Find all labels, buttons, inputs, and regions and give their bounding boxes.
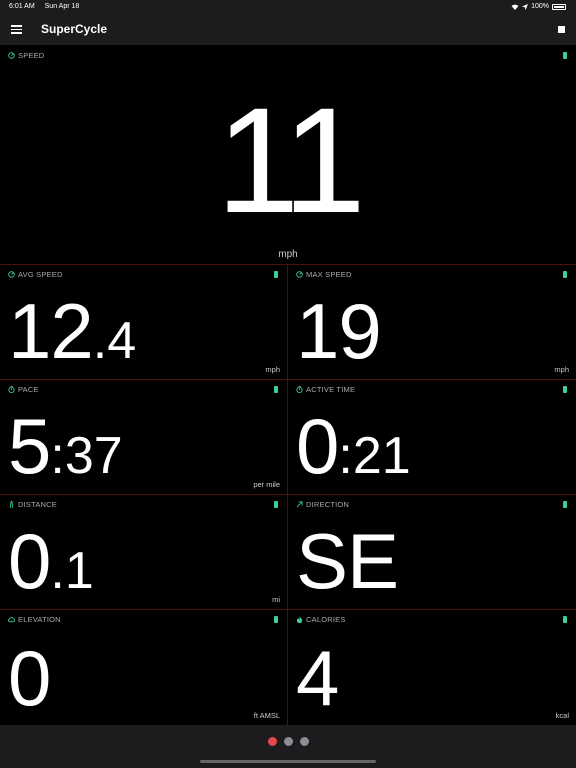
speed-unit: mph [278, 249, 298, 260]
speedometer-icon [8, 271, 15, 278]
stopwatch-icon [296, 386, 303, 393]
speedometer-icon [8, 52, 15, 59]
active-time-value-main: 0 [296, 402, 339, 490]
arrow-up-right-icon [296, 501, 303, 508]
distance-label: DISTANCE [8, 500, 57, 509]
pace-value-main: 5 [8, 402, 51, 490]
pace-label: PACE [8, 385, 39, 394]
avg-speed-label: AVG SPEED [8, 270, 63, 279]
max-speed-value: 19 [296, 292, 382, 370]
pace-label-text: PACE [18, 385, 39, 394]
speed-label-text: SPEED [18, 51, 45, 60]
phone-icon [563, 386, 567, 393]
distance-label-text: DISTANCE [18, 500, 57, 509]
flame-icon [296, 616, 303, 623]
avg-speed-unit: mph [265, 365, 280, 374]
active-time-value: 0:21 [296, 407, 411, 485]
calories-label: CALORIES [296, 615, 346, 624]
page-dot-3[interactable] [300, 737, 309, 746]
calories-value-main: 4 [296, 634, 339, 722]
phone-icon [274, 386, 278, 393]
page-dot-1[interactable] [268, 737, 277, 746]
road-icon [9, 501, 14, 508]
elevation-value: 0 [8, 639, 51, 717]
phone-icon [563, 52, 567, 59]
max-speed-value-main: 19 [296, 287, 382, 375]
direction-value-main: SE [296, 517, 399, 605]
elevation-label-text: ELEVATION [18, 615, 61, 624]
speed-label: SPEED [8, 51, 44, 60]
wifi-icon [511, 4, 519, 10]
speed-value: 11 [216, 76, 366, 244]
max-speed-unit: mph [554, 365, 569, 374]
direction-label: DIRECTION [296, 500, 349, 509]
speed-tile[interactable]: SPEED 11 mph [0, 45, 576, 264]
status-bar: 6:01 AM Sun Apr 18 100% [0, 0, 576, 14]
max-speed-label: MAX SPEED [296, 270, 352, 279]
page-indicator-bar [0, 725, 576, 768]
battery-percent: 100% [531, 3, 549, 10]
calories-value: 4 [296, 639, 339, 717]
elevation-value-main: 0 [8, 634, 51, 722]
speedometer-icon [296, 271, 303, 278]
app-title: SuperCycle [41, 22, 108, 36]
avg-speed-label-text: AVG SPEED [18, 270, 63, 279]
phone-icon [563, 616, 567, 623]
phone-icon [274, 616, 278, 623]
avg-speed-value: 12.4 [8, 292, 136, 370]
avg-speed-tile[interactable]: AVG SPEED 12.4 mph [0, 264, 287, 379]
status-time: 6:01 AM [9, 3, 35, 10]
max-speed-tile[interactable]: MAX SPEED 19 mph [288, 264, 576, 379]
distance-value: 0.1 [8, 522, 94, 600]
distance-value-fraction: .1 [50, 542, 94, 600]
home-indicator [200, 760, 376, 763]
avg-speed-value-main: 12 [8, 287, 94, 375]
avg-speed-value-fraction: .4 [92, 312, 137, 370]
max-speed-label-text: MAX SPEED [306, 270, 352, 279]
battery-icon [552, 3, 566, 10]
nav-bar: SuperCycle [0, 14, 576, 45]
direction-label-text: DIRECTION [306, 500, 350, 509]
location-arrow-icon [522, 3, 529, 10]
direction-tile[interactable]: DIRECTION SE [288, 494, 576, 609]
phone-icon [563, 501, 567, 508]
active-time-tile[interactable]: ACTIVE TIME 0:21 [288, 379, 576, 494]
page-dot-2[interactable] [284, 737, 293, 746]
phone-icon [274, 271, 278, 278]
menu-icon[interactable] [11, 25, 22, 34]
phone-icon [274, 501, 278, 508]
pace-value-fraction: :37 [50, 427, 123, 485]
stopwatch-icon [8, 386, 15, 393]
cloud-icon [8, 617, 15, 623]
pace-value: 5:37 [8, 407, 123, 485]
pace-tile[interactable]: PACE 5:37 per mile [0, 379, 287, 494]
pace-unit: per mile [253, 480, 280, 489]
active-time-value-fraction: :21 [338, 427, 411, 485]
direction-value: SE [296, 522, 399, 600]
phone-icon [563, 271, 567, 278]
active-time-label: ACTIVE TIME [296, 385, 355, 394]
elevation-label: ELEVATION [8, 615, 61, 624]
distance-unit: mi [272, 595, 280, 604]
active-time-label-text: ACTIVE TIME [306, 385, 356, 394]
distance-value-main: 0 [8, 517, 51, 605]
calories-tile[interactable]: CALORIES 4 kcal [288, 609, 576, 725]
distance-tile[interactable]: DISTANCE 0.1 mi [0, 494, 287, 609]
elevation-tile[interactable]: ELEVATION 0 ft AMSL [0, 609, 287, 725]
elevation-unit: ft AMSL [253, 711, 280, 720]
calories-label-text: CALORIES [306, 615, 346, 624]
status-date: Sun Apr 18 [44, 3, 80, 10]
stop-button[interactable] [558, 26, 565, 33]
calories-unit: kcal [555, 711, 569, 720]
